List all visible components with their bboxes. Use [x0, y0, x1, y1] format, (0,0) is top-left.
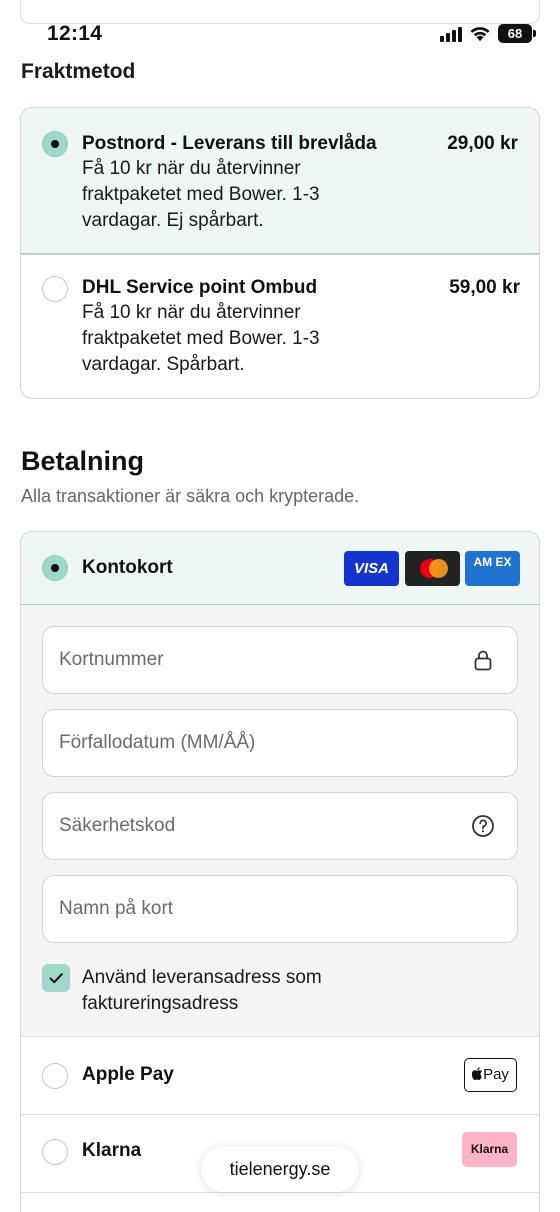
status-time: 12:14: [47, 22, 103, 45]
help-icon[interactable]: [471, 814, 495, 838]
klarna-logo-icon: Klarna: [462, 1132, 517, 1167]
battery-icon: 68: [498, 24, 536, 43]
cellular-signal-icon: [440, 26, 462, 42]
shipping-option-price: 59,00 kr: [449, 277, 520, 298]
billing-address-checkbox[interactable]: [42, 964, 70, 992]
payment-options: Kontokort VISA AM EX Kortnummer Förfallo…: [20, 531, 540, 1212]
visa-logo-icon: VISA: [344, 551, 399, 586]
name-on-card-field[interactable]: Namn på kort: [42, 875, 518, 943]
status-bar: 12:14 68: [0, 0, 560, 52]
browser-url-pill[interactable]: tielenergy.se: [201, 1146, 359, 1192]
radio-unselected[interactable]: [42, 1063, 68, 1089]
radio-unselected[interactable]: [42, 276, 68, 302]
security-code-placeholder: Säkerhetskod: [59, 815, 176, 836]
payment-option-label: Kontokort: [82, 557, 173, 578]
shipping-option-price: 29,00 kr: [447, 133, 518, 154]
card-number-placeholder: Kortnummer: [59, 649, 164, 670]
lock-icon: [474, 650, 492, 671]
shipping-option-description: Få 10 kr när du återvinner fraktpaketet …: [82, 158, 320, 231]
security-code-field[interactable]: Säkerhetskod: [42, 792, 518, 860]
expiry-date-field[interactable]: Förfallodatum (MM/ÅÅ): [42, 709, 518, 777]
shipping-method-heading: Fraktmetod: [21, 60, 136, 83]
shipping-option-dhl[interactable]: DHL Service point Ombud 59,00 kr Få 10 k…: [21, 254, 539, 398]
shipping-option-title: Postnord - Leverans till brevlåda: [82, 133, 377, 154]
shipping-option-description: Få 10 kr när du återvinner fraktpaketet …: [82, 302, 320, 375]
payment-option-label: Apple Pay: [82, 1064, 174, 1085]
shipping-option-postnord[interactable]: Postnord - Leverans till brevlåda 29,00 …: [21, 108, 539, 254]
radio-selected[interactable]: [42, 555, 68, 581]
name-on-card-placeholder: Namn på kort: [59, 898, 174, 919]
shipping-option-title: DHL Service point Ombud: [82, 277, 318, 298]
card-form: Kortnummer Förfallodatum (MM/ÅÅ) Säkerhe…: [21, 605, 539, 1037]
payment-option-apple-pay[interactable]: Apple Pay Pay: [21, 1037, 539, 1115]
payment-heading: Betalning: [21, 446, 145, 476]
expiry-date-placeholder: Förfallodatum (MM/ÅÅ): [59, 732, 256, 753]
shipping-options: Postnord - Leverans till brevlåda 29,00 …: [20, 107, 540, 399]
mastercard-logo-icon: [405, 551, 460, 586]
radio-selected[interactable]: [42, 131, 68, 157]
billing-address-label: Använd leveransadress som faktureringsad…: [82, 967, 322, 1014]
payment-option-card[interactable]: Kontokort VISA AM EX: [21, 532, 539, 605]
radio-unselected[interactable]: [42, 1139, 68, 1165]
checkmark-icon: [49, 973, 63, 984]
apple-pay-badge-text: Pay: [483, 1066, 509, 1083]
apple-pay-logo-icon: Pay: [464, 1058, 517, 1092]
wifi-icon: [470, 27, 490, 41]
status-icons: 68: [440, 24, 536, 43]
payment-option-label: Klarna: [82, 1140, 142, 1161]
payment-subtitle: Alla transaktioner är säkra och kryptera…: [21, 486, 360, 506]
card-number-field[interactable]: Kortnummer: [42, 626, 518, 694]
amex-logo-icon: AM EX: [465, 551, 520, 586]
